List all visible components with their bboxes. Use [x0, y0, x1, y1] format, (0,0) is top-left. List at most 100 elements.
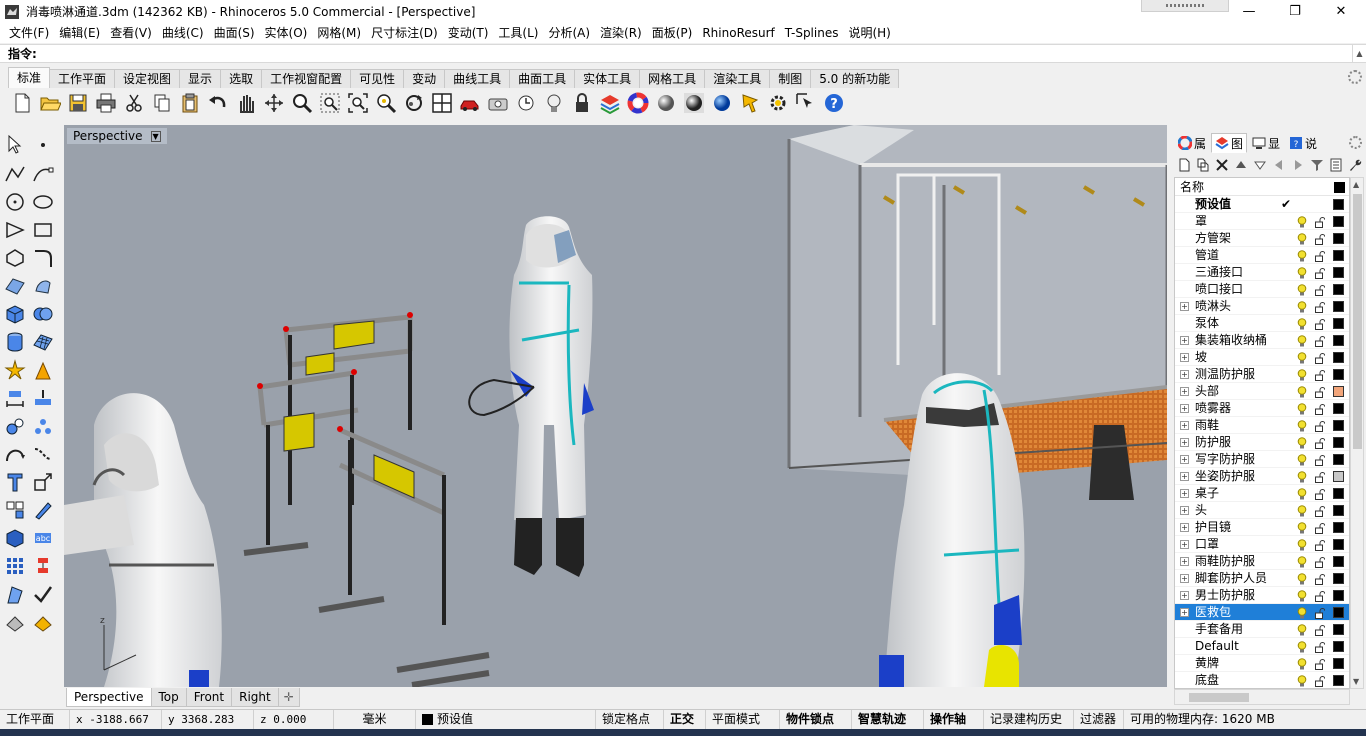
ortho-toggle[interactable]: 正交	[664, 709, 706, 730]
check-icon[interactable]	[30, 581, 56, 607]
menu-item[interactable]: 实体(O)	[260, 23, 313, 43]
layer-visible-bulb-icon[interactable]	[1297, 437, 1307, 449]
layer-color-swatch[interactable]	[1333, 641, 1344, 652]
layer-color-swatch[interactable]	[1333, 403, 1344, 414]
planar-toggle[interactable]: 平面模式	[706, 709, 780, 730]
layer-row[interactable]: + 喷淋头	[1175, 298, 1349, 315]
menu-item[interactable]: RhinoResurf	[697, 23, 779, 43]
layer-unlock-icon[interactable]	[1315, 624, 1326, 636]
layer-unlock-icon[interactable]	[1315, 352, 1326, 364]
layer-visible-bulb-icon[interactable]	[1297, 284, 1307, 296]
layer-unlock-icon[interactable]	[1315, 471, 1326, 483]
layer-row[interactable]: + 坐姿防护服	[1175, 468, 1349, 485]
layer-unlock-icon[interactable]	[1315, 488, 1326, 500]
status-layer[interactable]: 预设值	[416, 709, 596, 730]
layer-visible-bulb-icon[interactable]	[1297, 250, 1307, 262]
layer-row[interactable]: + 集装箱收纳桶	[1175, 332, 1349, 349]
layer-settings-wrench-icon[interactable]	[1345, 155, 1364, 175]
panel-tab[interactable]: ? 说	[1285, 133, 1321, 153]
layer-row[interactable]: + 脚套防护人员	[1175, 570, 1349, 587]
expand-icon[interactable]: +	[1180, 353, 1189, 362]
layer-visible-bulb-icon[interactable]	[1297, 233, 1307, 245]
lightbulb-icon[interactable]	[540, 89, 568, 117]
close-button[interactable]: ✕	[1318, 0, 1364, 23]
layer-row[interactable]: 黄牌	[1175, 655, 1349, 672]
expand-icon[interactable]: +	[1180, 421, 1189, 430]
layer-color-swatch[interactable]	[1333, 267, 1344, 278]
layer-tools-icon[interactable]	[1326, 155, 1345, 175]
toolbar-tab[interactable]: 标准	[8, 67, 51, 88]
new-layer-icon[interactable]	[1174, 155, 1193, 175]
toolbar-tab[interactable]: 显示	[179, 69, 222, 88]
panel-options-gear-icon[interactable]	[1349, 136, 1362, 149]
dimension-text-icon[interactable]: abc	[30, 525, 56, 551]
cut-icon[interactable]	[120, 89, 148, 117]
panel-tab[interactable]: 显	[1248, 133, 1284, 153]
grid-array-icon[interactable]	[2, 553, 28, 579]
layer-unlock-icon[interactable]	[1315, 284, 1326, 296]
surface-patch-icon[interactable]	[2, 273, 28, 299]
current-layer-check-icon[interactable]: ✔	[1281, 196, 1291, 213]
expand-icon[interactable]: +	[1180, 574, 1189, 583]
color-wheel-icon[interactable]	[624, 89, 652, 117]
layer-row[interactable]: + 雨鞋防护服	[1175, 553, 1349, 570]
box-solid-icon[interactable]	[2, 301, 28, 327]
layer-unlock-icon[interactable]	[1315, 505, 1326, 517]
polyline-icon[interactable]	[2, 161, 28, 187]
layer-row[interactable]: + 头	[1175, 502, 1349, 519]
filter-icon[interactable]	[1307, 155, 1326, 175]
move-layer-down-icon[interactable]	[1250, 155, 1269, 175]
layer-color-swatch[interactable]	[1333, 420, 1344, 431]
expand-icon[interactable]: +	[1180, 540, 1189, 549]
move-layer-up-icon[interactable]	[1231, 155, 1250, 175]
layer-unlock-icon[interactable]	[1315, 607, 1326, 619]
expand-icon[interactable]: +	[1180, 489, 1189, 498]
dimension-icon[interactable]	[2, 385, 28, 411]
layer-visible-bulb-icon[interactable]	[1297, 522, 1307, 534]
curve-tools-icon[interactable]	[2, 441, 28, 467]
cursor-icon[interactable]	[792, 89, 820, 117]
render-tools-icon[interactable]	[2, 357, 28, 383]
layer-list-hscrollbar[interactable]	[1174, 689, 1350, 705]
arc-icon[interactable]	[2, 217, 28, 243]
gumball-toggle[interactable]: 操作轴	[924, 709, 984, 730]
layer-unlock-icon[interactable]	[1315, 539, 1326, 551]
layer-row[interactable]: + 护目镜	[1175, 519, 1349, 536]
viewport-title[interactable]: Perspective ▼	[67, 128, 167, 144]
circle-icon[interactable]	[2, 189, 28, 215]
layer-visible-bulb-icon[interactable]	[1297, 488, 1307, 500]
delete-layer-icon[interactable]	[1212, 155, 1231, 175]
layer-row[interactable]: + 男士防护服	[1175, 587, 1349, 604]
toolbar-tab[interactable]: 选取	[220, 69, 263, 88]
viewport-tab[interactable]: Top	[150, 688, 187, 707]
toolbar-tab[interactable]: 工作平面	[49, 69, 116, 88]
layer-unlock-icon[interactable]	[1315, 437, 1326, 449]
layer-color-swatch[interactable]	[1333, 352, 1344, 363]
layer-unlock-icon[interactable]	[1315, 301, 1326, 313]
layer-color-swatch[interactable]	[1333, 318, 1344, 329]
panel-tab[interactable]: 图	[1211, 133, 1248, 153]
layer-visible-bulb-icon[interactable]	[1297, 675, 1307, 687]
layer-row[interactable]: + 喷雾器	[1175, 400, 1349, 417]
layer-unlock-icon[interactable]	[1315, 658, 1326, 670]
dir-analysis-icon[interactable]	[2, 609, 28, 635]
expand-icon[interactable]: +	[1180, 608, 1189, 617]
layer-visible-bulb-icon[interactable]	[1297, 658, 1307, 670]
expand-icon[interactable]: +	[1180, 523, 1189, 532]
layer-unlock-icon[interactable]	[1315, 267, 1326, 279]
menu-item[interactable]: 说明(H)	[843, 23, 895, 43]
layer-visible-bulb-icon[interactable]	[1297, 573, 1307, 585]
panel-tab[interactable]: 属	[1174, 133, 1210, 153]
command-input[interactable]	[40, 45, 1352, 62]
layer-row[interactable]: + 头部	[1175, 383, 1349, 400]
layer-visible-bulb-icon[interactable]	[1297, 335, 1307, 347]
layer-color-swatch[interactable]	[1333, 556, 1344, 567]
rendered-sphere-icon[interactable]	[680, 89, 708, 117]
layer-color-swatch[interactable]	[1333, 454, 1344, 465]
blend-curve-icon[interactable]	[30, 441, 56, 467]
layer-color-swatch[interactable]	[1333, 437, 1344, 448]
layer-visible-bulb-icon[interactable]	[1297, 352, 1307, 364]
new-sublayer-icon[interactable]	[1193, 155, 1212, 175]
layer-row[interactable]: 泵体	[1175, 315, 1349, 332]
layer-row[interactable]: + 坡	[1175, 349, 1349, 366]
